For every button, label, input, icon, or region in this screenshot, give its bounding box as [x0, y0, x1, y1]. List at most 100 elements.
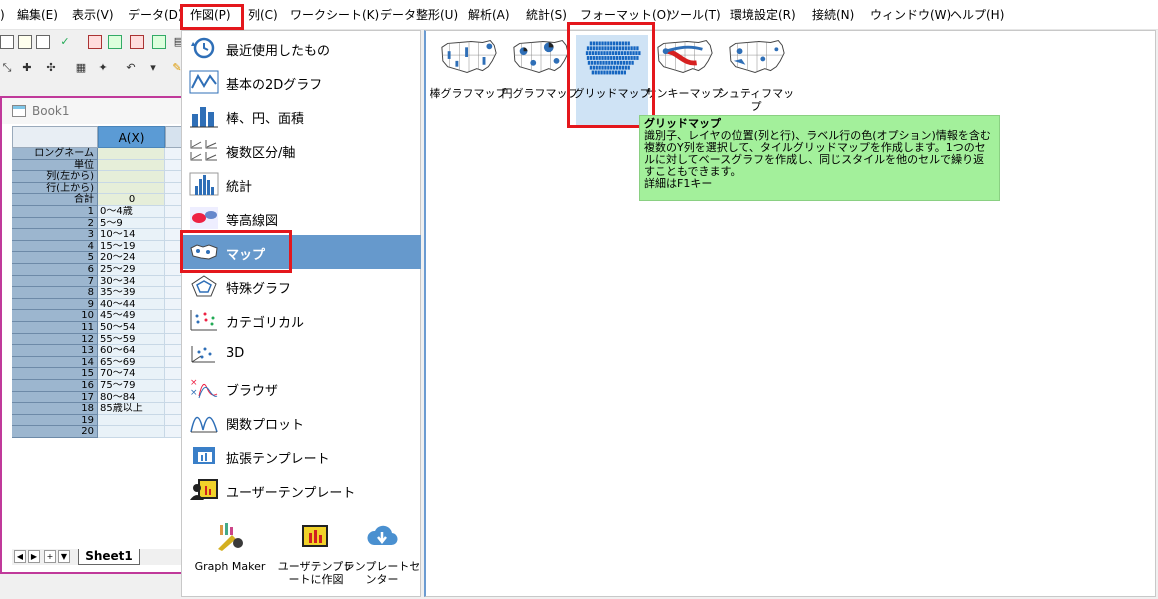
cell-a[interactable]	[98, 426, 165, 438]
menu-connect[interactable]: 接続(N)	[812, 6, 854, 24]
menu-edit[interactable]: 編集(E)	[17, 6, 58, 24]
cell-a[interactable]: 80〜84	[98, 391, 165, 404]
menu-data-shape[interactable]: データ整形(U)	[380, 6, 458, 24]
menu-item-user-template[interactable]: ユーザーテンプレート	[183, 473, 421, 507]
row-number[interactable]: 20	[12, 426, 98, 438]
cell-a[interactable]: 40〜44	[98, 298, 165, 311]
menu-help[interactable]: ヘルプ(H)	[950, 6, 1004, 24]
meta-row-label[interactable]: 列(左から)	[12, 171, 98, 183]
sankey-map-tile[interactable]: サンキーマップ	[646, 35, 723, 125]
cell-a[interactable]: 10〜14	[98, 229, 165, 241]
grid-icon[interactable]: ▦	[74, 61, 88, 75]
meta-cell[interactable]	[98, 182, 165, 195]
cell-a[interactable]: 0〜4歳	[98, 206, 165, 218]
menu-item-function-plot[interactable]: 関数プロット	[183, 405, 421, 439]
meta-row-label[interactable]: 単位	[12, 159, 98, 172]
menu-worksheet[interactable]: ワークシート(K)	[290, 6, 379, 24]
menu-column[interactable]: 列(C)	[248, 6, 278, 24]
column-header-a[interactable]: A(X)	[98, 126, 165, 148]
menu-statistics[interactable]: 統計(S)	[526, 6, 567, 24]
menu-item-line-graph[interactable]: 基本の2Dグラフ	[183, 65, 421, 99]
add-sheet-button[interactable]: +	[44, 550, 56, 563]
menu-view[interactable]: 表示(V)	[72, 6, 114, 24]
row-number[interactable]: 8	[12, 287, 98, 299]
new-layout-icon[interactable]	[108, 35, 122, 49]
new-matrix-icon[interactable]	[36, 35, 50, 49]
row-number[interactable]: 7	[12, 275, 98, 288]
menu-item-radar[interactable]: 特殊グラフ	[183, 269, 421, 303]
menu-item-categorical[interactable]: カテゴリカル	[183, 303, 421, 337]
cell-a[interactable]: 20〜24	[98, 252, 165, 264]
row-number[interactable]: 9	[12, 298, 98, 311]
meta-cell[interactable]	[98, 148, 165, 160]
cell-a[interactable]: 70〜74	[98, 368, 165, 380]
meta-row-label[interactable]: 行(上から)	[12, 182, 98, 195]
arrow-icon[interactable]: ⤡	[0, 61, 14, 75]
new-project-icon[interactable]	[0, 35, 14, 49]
row-number[interactable]: 3	[12, 229, 98, 241]
cell-a[interactable]: 5〜9	[98, 217, 165, 230]
row-number[interactable]: 19	[12, 414, 98, 427]
cell-a[interactable]	[98, 414, 165, 427]
sheet-tab[interactable]: Sheet1	[78, 549, 140, 565]
bar-chart-map-tile[interactable]: 棒グラフマップ	[430, 35, 507, 125]
add-column-icon[interactable]: ✚	[20, 61, 34, 75]
meta-cell[interactable]	[98, 171, 165, 183]
cell-a[interactable]: 85歳以上	[98, 403, 165, 415]
meta-row-label[interactable]: 合計	[12, 194, 98, 206]
row-number[interactable]: 1	[12, 206, 98, 218]
cell-a[interactable]: 35〜39	[98, 287, 165, 299]
dropdown-icon[interactable]: ▾	[146, 61, 160, 75]
menu-item-clock[interactable]: 最近使用したもの	[183, 31, 421, 65]
meta-cell[interactable]	[98, 159, 165, 172]
cell-a[interactable]: 55〜59	[98, 333, 165, 346]
next-sheet-button[interactable]: ▶	[28, 550, 40, 563]
row-number[interactable]: 11	[12, 322, 98, 334]
open-icon[interactable]	[152, 35, 166, 49]
row-number[interactable]: 2	[12, 217, 98, 230]
new-workbook-icon[interactable]	[18, 35, 32, 49]
row-number[interactable]: 6	[12, 264, 98, 276]
menu-analysis[interactable]: 解析(A)	[468, 6, 510, 24]
meta-cell[interactable]: 0	[98, 194, 165, 206]
first-sheet-button[interactable]: ◀	[14, 550, 26, 563]
cell-a[interactable]: 30〜34	[98, 275, 165, 288]
cell-a[interactable]: 60〜64	[98, 345, 165, 357]
row-number[interactable]: 12	[12, 333, 98, 346]
workbook-title-bar[interactable]: Book1	[2, 98, 185, 124]
menu-item-bar-chart[interactable]: 棒、円、面積	[183, 99, 421, 133]
menu-item-3d-scatter[interactable]: 3D	[183, 337, 421, 371]
row-number[interactable]: 4	[12, 240, 98, 253]
row-number[interactable]: 10	[12, 310, 98, 322]
meta-row-label[interactable]: ロングネーム	[12, 148, 98, 160]
template-center-button[interactable]: テンプレートセンター	[342, 521, 422, 586]
cell-a[interactable]: 25〜29	[98, 264, 165, 276]
row-number[interactable]: 16	[12, 380, 98, 392]
menu-item-histogram[interactable]: 統計	[183, 167, 421, 201]
stiff-map-tile[interactable]: シュティフマップ	[718, 35, 794, 125]
cell-a[interactable]: 50〜54	[98, 322, 165, 334]
pin-icon[interactable]: ✦	[96, 61, 110, 75]
menu-data[interactable]: データ(D)	[128, 6, 183, 24]
cell-a[interactable]: 65〜69	[98, 356, 165, 369]
menu-tools[interactable]: ツール(T)	[668, 6, 721, 24]
cell-a[interactable]: 45〜49	[98, 310, 165, 322]
row-number[interactable]: 15	[12, 368, 98, 380]
menu-item-extended-template[interactable]: 拡張テンプレート	[183, 439, 421, 473]
row-number[interactable]: 14	[12, 356, 98, 369]
new-graph-icon[interactable]: ✓	[58, 35, 72, 49]
menu-file-partial[interactable]: )	[0, 6, 5, 24]
new-notes-icon[interactable]	[130, 35, 144, 49]
sheet-list-button[interactable]: ▼	[58, 550, 70, 563]
row-number[interactable]: 5	[12, 252, 98, 264]
select-all-corner[interactable]	[12, 126, 98, 148]
menu-window[interactable]: ウィンドウ(W)	[870, 6, 951, 24]
cell-a[interactable]: 75〜79	[98, 380, 165, 392]
menu-item-browser[interactable]: × × ブラウザ	[183, 371, 421, 405]
move-icon[interactable]: ✣	[44, 61, 58, 75]
pie-chart-map-tile[interactable]: 円グラフマップ	[502, 35, 579, 125]
row-number[interactable]: 17	[12, 391, 98, 404]
menu-item-multi-panel[interactable]: 複数区分/軸	[183, 133, 421, 167]
new-function-icon[interactable]	[88, 35, 102, 49]
row-number[interactable]: 18	[12, 403, 98, 415]
